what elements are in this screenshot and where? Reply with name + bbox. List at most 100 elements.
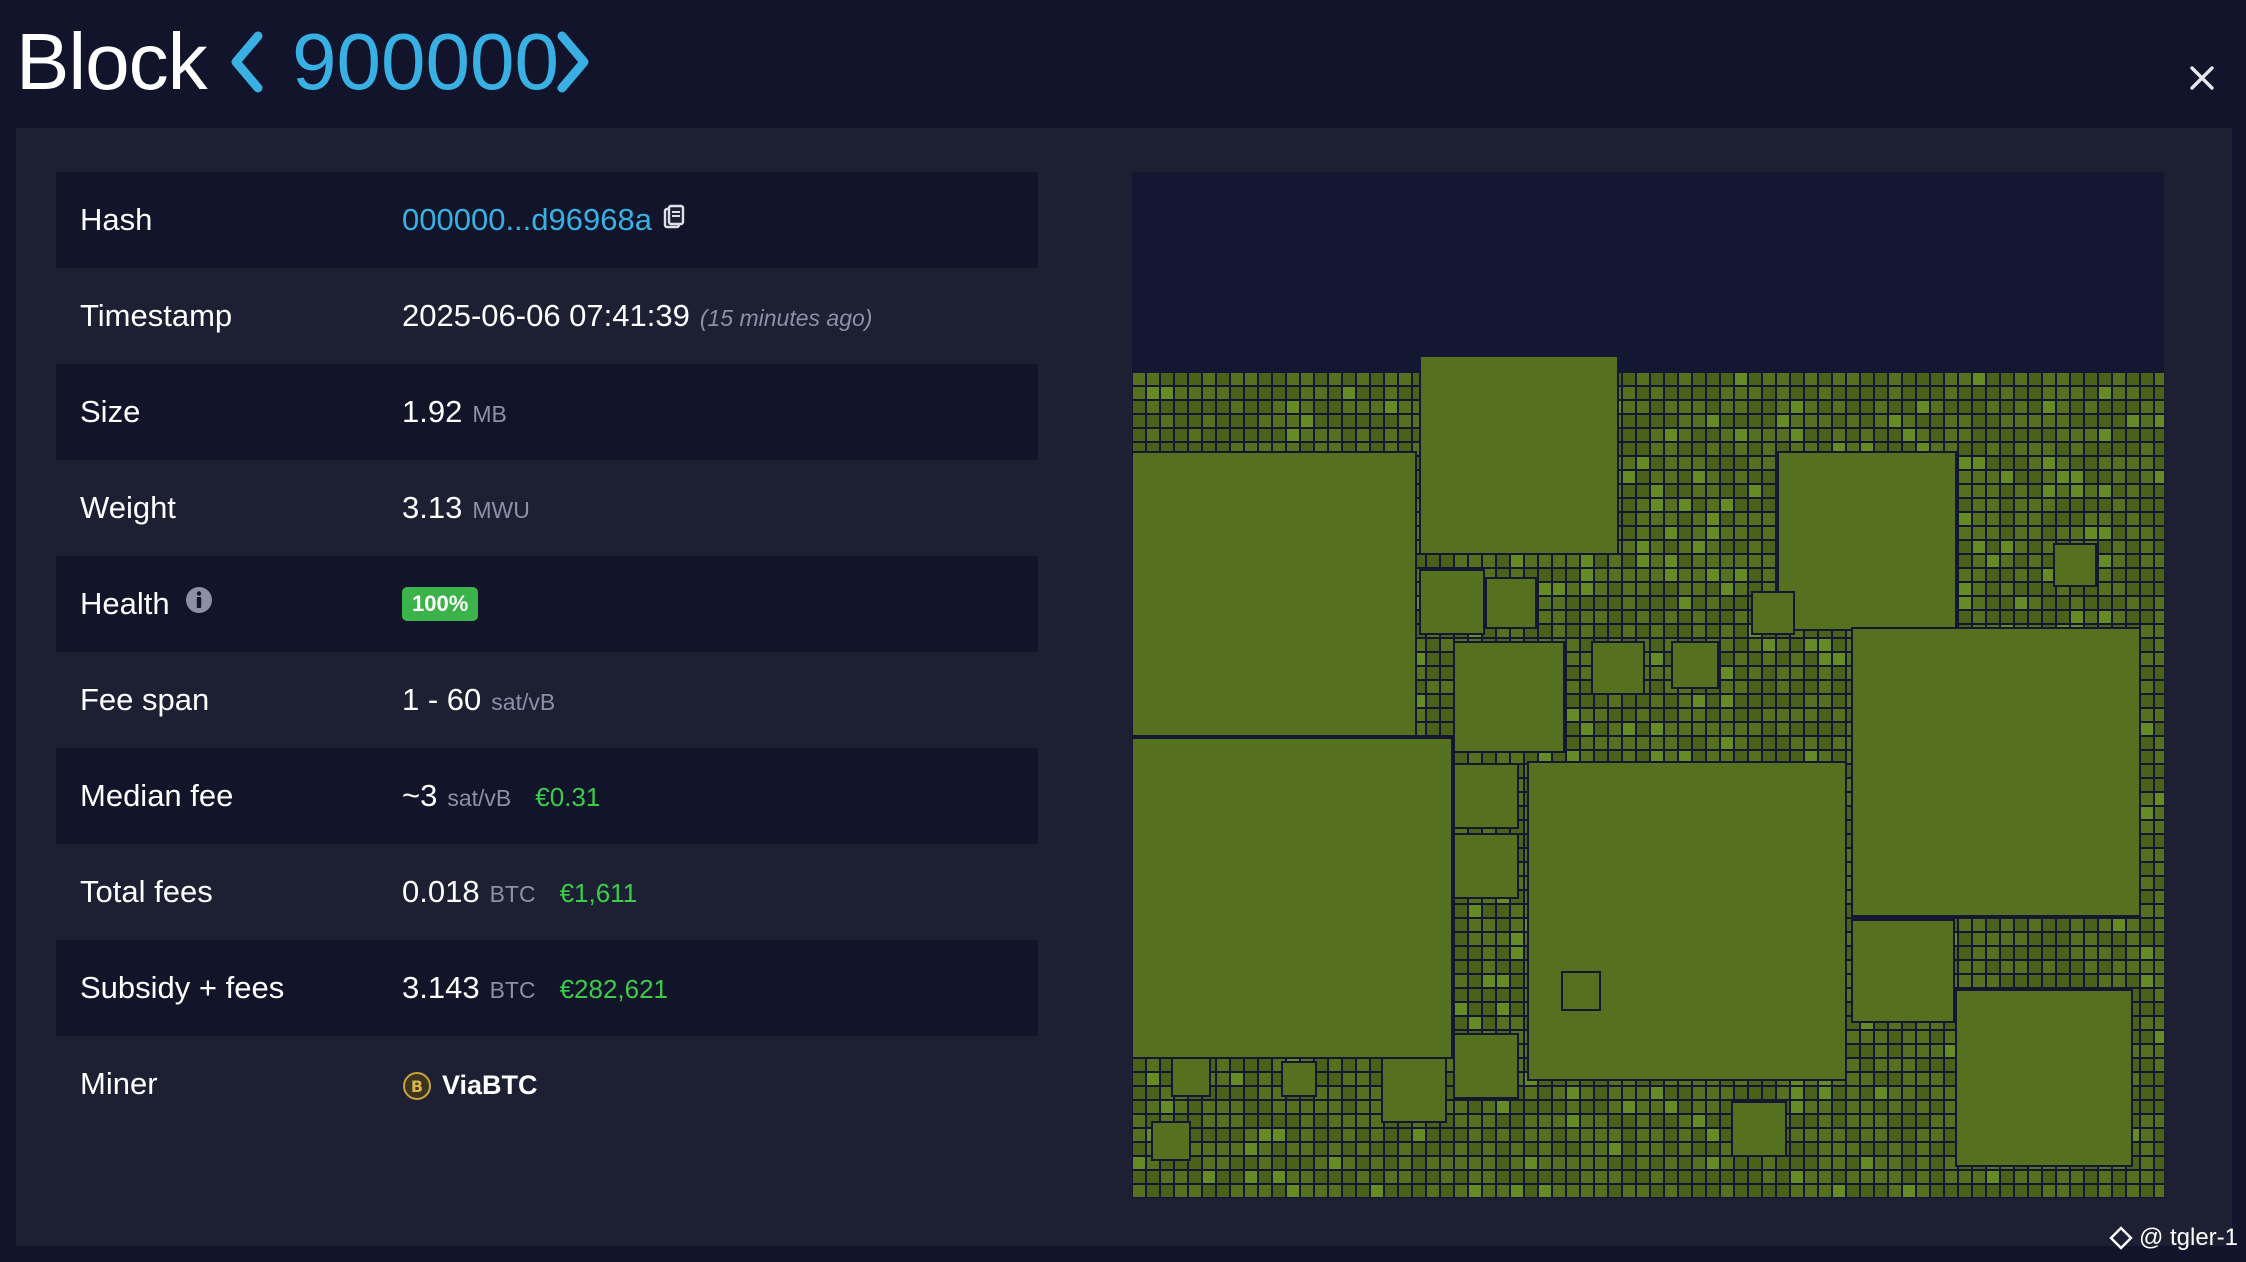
block-hash-link[interactable]: 000000...d96968a xyxy=(402,202,652,238)
transaction-block xyxy=(1483,1101,1495,1113)
transaction-block xyxy=(1735,625,1747,637)
transaction-block xyxy=(2071,429,2083,441)
transaction-block xyxy=(1987,457,1999,469)
transaction-block xyxy=(1665,1129,1677,1141)
transaction-block xyxy=(1707,1157,1719,1169)
transaction-block xyxy=(1707,625,1719,637)
transaction-block xyxy=(2001,387,2013,399)
transaction-block xyxy=(1525,1185,1537,1197)
transaction-block xyxy=(2155,905,2164,917)
transaction-block xyxy=(1455,1115,1467,1127)
transactions-treemap[interactable] xyxy=(1132,172,2164,1198)
transaction-block xyxy=(1651,499,1663,511)
transaction-block xyxy=(1623,723,1635,735)
transaction-block xyxy=(1763,667,1775,679)
transaction-block xyxy=(1329,387,1341,399)
close-button[interactable] xyxy=(2184,60,2220,96)
transaction-block xyxy=(1987,1185,1999,1197)
transaction-block xyxy=(2085,387,2097,399)
transaction-block xyxy=(1595,597,1607,609)
transaction-block xyxy=(1805,723,1817,735)
transaction-block xyxy=(1777,653,1789,665)
transaction-block xyxy=(2085,527,2097,539)
table-row-weight: Weight 3.13 MWU xyxy=(56,460,1038,556)
transaction-block xyxy=(1735,1087,1747,1099)
transaction-block xyxy=(1987,569,1999,581)
transaction-block xyxy=(1497,905,1509,917)
transaction-block xyxy=(2001,527,2013,539)
transaction-block xyxy=(2071,975,2083,987)
transaction-block xyxy=(2057,443,2069,455)
transaction-block xyxy=(1693,429,1705,441)
transaction-block xyxy=(1329,1143,1341,1155)
transaction-block xyxy=(1357,401,1369,413)
transaction-block xyxy=(2113,373,2125,385)
transaction-block xyxy=(1819,401,1831,413)
transaction-block xyxy=(1749,737,1761,749)
transaction-block xyxy=(1819,1115,1831,1127)
transaction-block xyxy=(2155,919,2164,931)
info-icon[interactable] xyxy=(184,585,214,623)
transaction-block xyxy=(1357,1143,1369,1155)
transaction-block xyxy=(2155,457,2164,469)
transaction-block xyxy=(2043,1171,2055,1183)
block-transactions-visualization[interactable] xyxy=(1132,172,2164,1198)
transaction-block xyxy=(1511,989,1523,1001)
transaction-block xyxy=(1231,373,1243,385)
transaction-block xyxy=(2001,471,2013,483)
transaction-block xyxy=(1721,1087,1733,1099)
transaction-block xyxy=(2155,471,2164,483)
transaction-block xyxy=(1623,597,1635,609)
transaction-block xyxy=(1483,905,1495,917)
transaction-block xyxy=(1609,1129,1621,1141)
transaction-block xyxy=(2015,443,2027,455)
transaction-block xyxy=(1721,373,1733,385)
transaction-block xyxy=(1231,1129,1243,1141)
transaction-block xyxy=(1749,555,1761,567)
transaction-block xyxy=(1721,513,1733,525)
transaction-block xyxy=(1791,653,1803,665)
transaction-block xyxy=(2085,471,2097,483)
next-block-button[interactable] xyxy=(554,30,594,94)
transaction-block xyxy=(1273,387,1285,399)
transaction-block xyxy=(2141,611,2153,623)
transaction-block xyxy=(1455,1157,1467,1169)
transaction-block xyxy=(2155,681,2164,693)
transaction-block xyxy=(2029,471,2041,483)
transaction-block xyxy=(1749,513,1761,525)
transaction-block xyxy=(2001,457,2013,469)
transaction-block xyxy=(1707,1087,1719,1099)
transaction-block xyxy=(1777,451,1957,631)
transaction-block xyxy=(1371,387,1383,399)
transaction-block xyxy=(1371,373,1383,385)
transaction-block xyxy=(1539,597,1551,609)
transaction-block xyxy=(2001,569,2013,581)
previous-block-button[interactable] xyxy=(226,30,266,94)
miner-value[interactable]: B ViaBTC xyxy=(402,1066,538,1102)
transaction-block xyxy=(1903,1129,1915,1141)
transaction-block xyxy=(1833,1185,1845,1197)
transaction-block xyxy=(1567,667,1579,679)
transaction-block xyxy=(1651,611,1663,623)
transaction-block xyxy=(1819,1171,1831,1183)
transaction-block xyxy=(1371,1143,1383,1155)
transaction-block xyxy=(2141,765,2153,777)
transaction-block xyxy=(2085,611,2097,623)
transaction-block xyxy=(2029,555,2041,567)
transaction-block xyxy=(1875,1115,1887,1127)
transaction-block xyxy=(1707,709,1719,721)
transaction-block xyxy=(1147,429,1159,441)
transaction-block xyxy=(1665,1157,1677,1169)
transaction-block xyxy=(2113,961,2125,973)
transaction-block xyxy=(1987,1171,1999,1183)
transaction-block xyxy=(2001,555,2013,567)
transaction-block xyxy=(2085,975,2097,987)
transaction-block xyxy=(1847,1143,1859,1155)
transaction-block xyxy=(1287,1185,1299,1197)
transaction-block xyxy=(1343,401,1355,413)
transaction-block xyxy=(1469,1185,1481,1197)
clipboard-icon[interactable] xyxy=(662,202,686,238)
transaction-block xyxy=(1609,695,1621,707)
transaction-block xyxy=(1959,947,1971,959)
transaction-block xyxy=(1959,583,1971,595)
